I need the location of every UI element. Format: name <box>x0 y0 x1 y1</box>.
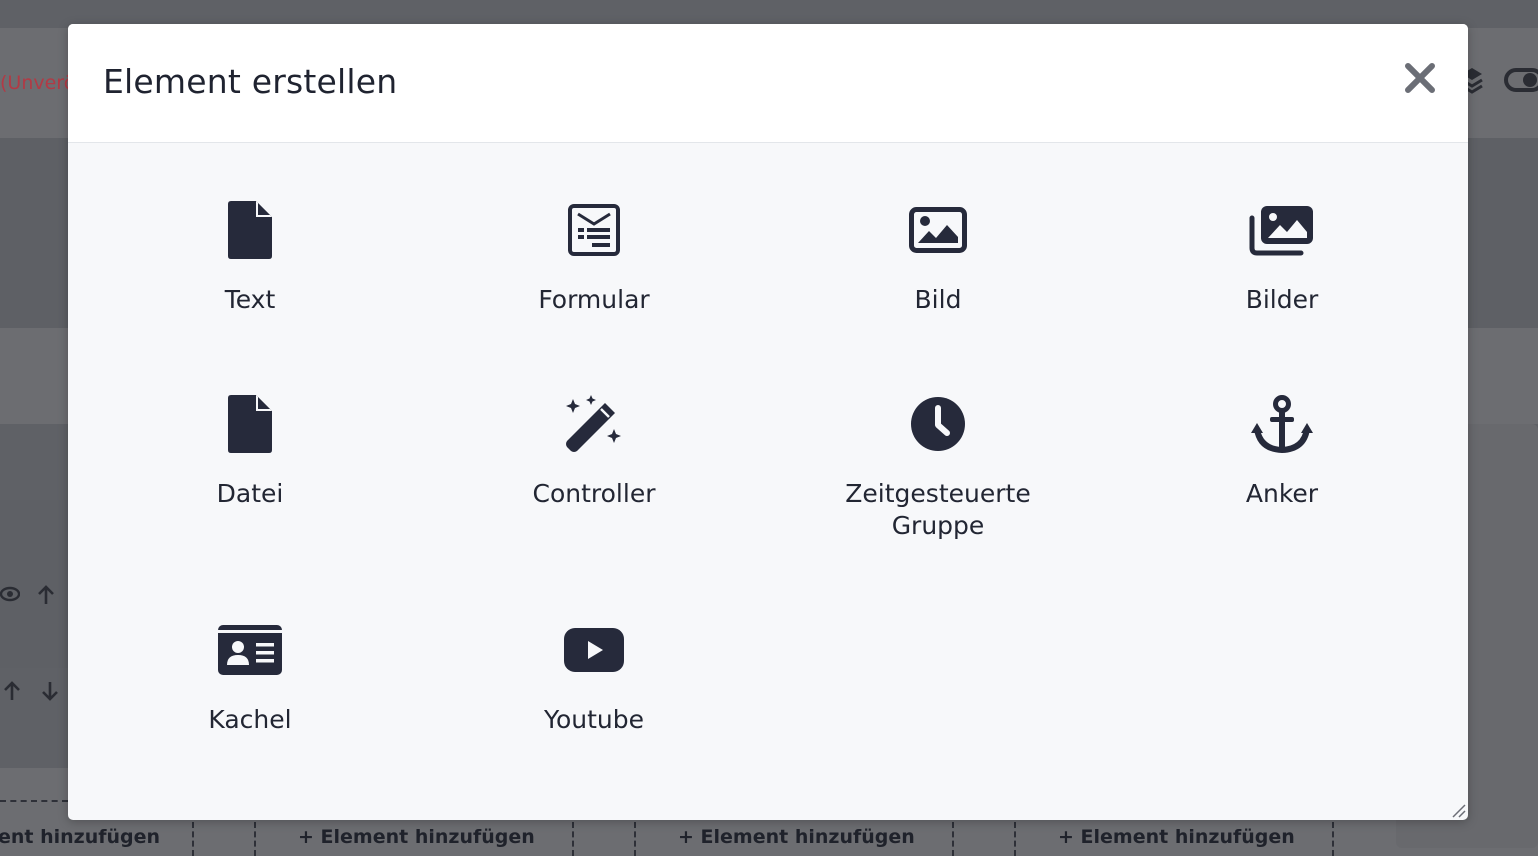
element-option-kachel[interactable]: Kachel <box>80 618 420 736</box>
close-button[interactable] <box>1402 60 1438 96</box>
row-controls-2 <box>2 680 60 702</box>
magic-wand-icon <box>566 395 621 452</box>
element-option-label: Zeitgesteuerte Gruppe <box>845 479 1031 540</box>
toolbar-icons <box>1460 66 1538 94</box>
arrow-up-icon[interactable] <box>2 680 22 702</box>
element-option-label: Kachel <box>208 705 292 734</box>
close-icon[interactable] <box>1402 60 1438 96</box>
form-icon <box>568 204 620 256</box>
element-option-bilder[interactable]: Bilder <box>1112 198 1452 316</box>
add-element-button[interactable]: ent hinzufügen <box>0 826 160 848</box>
element-option-label: Bilder <box>1245 285 1319 314</box>
element-option-formular[interactable]: Formular <box>424 198 764 316</box>
element-option-label: Datei <box>216 479 284 508</box>
column-separator <box>192 822 194 856</box>
images-icon <box>1249 206 1313 256</box>
dialog-title: Element erstellen <box>103 62 398 101</box>
dialog-header: Element erstellen <box>68 24 1468 143</box>
column-separator <box>1014 822 1016 856</box>
element-option-anker[interactable]: Anker <box>1112 392 1452 510</box>
element-option-label: Formular <box>538 285 650 314</box>
element-option-datei[interactable]: Datei <box>80 392 420 510</box>
id-card-icon <box>218 625 282 675</box>
add-element-button[interactable]: + Element hinzufügen <box>298 826 535 848</box>
column-separator <box>254 822 256 856</box>
add-element-button[interactable]: + Element hinzufügen <box>1058 826 1295 848</box>
column-separator <box>952 822 954 856</box>
column-separator <box>1332 822 1334 856</box>
element-option-label: Youtube <box>544 705 644 734</box>
column-separator <box>572 822 574 856</box>
toggle-icon[interactable] <box>1504 68 1538 92</box>
element-option-text[interactable]: Text <box>80 198 420 316</box>
clock-icon <box>911 397 965 451</box>
arrow-down-icon[interactable] <box>40 680 60 702</box>
add-element-button[interactable]: + Element hinzufügen <box>678 826 915 848</box>
element-option-label: Text <box>224 285 276 314</box>
arrow-up-icon[interactable] <box>36 584 56 606</box>
column-separator <box>634 822 636 856</box>
element-option-bild[interactable]: Bild <box>768 198 1108 316</box>
element-option-label: Controller <box>532 479 656 508</box>
youtube-icon <box>564 628 624 672</box>
element-option-zeitgesteuerte-gruppe[interactable]: Zeitgesteuerte Gruppe <box>768 392 1108 542</box>
resize-handle-icon[interactable] <box>1450 802 1466 818</box>
anchor-icon <box>1251 395 1313 453</box>
file-icon <box>228 395 272 453</box>
create-element-dialog: Element erstellen Text Formular Bild Bil… <box>68 24 1468 820</box>
element-option-label: Anker <box>1245 479 1319 508</box>
image-icon <box>909 207 967 253</box>
status-text: (Unverö <box>0 72 76 94</box>
row-controls-1 <box>0 584 56 606</box>
element-option-youtube[interactable]: Youtube <box>424 618 764 736</box>
eye-icon[interactable] <box>0 584 20 604</box>
element-option-label: Bild <box>914 285 962 314</box>
file-icon <box>228 201 272 259</box>
dashed-divider <box>0 800 68 802</box>
element-option-controller[interactable]: Controller <box>424 392 764 510</box>
